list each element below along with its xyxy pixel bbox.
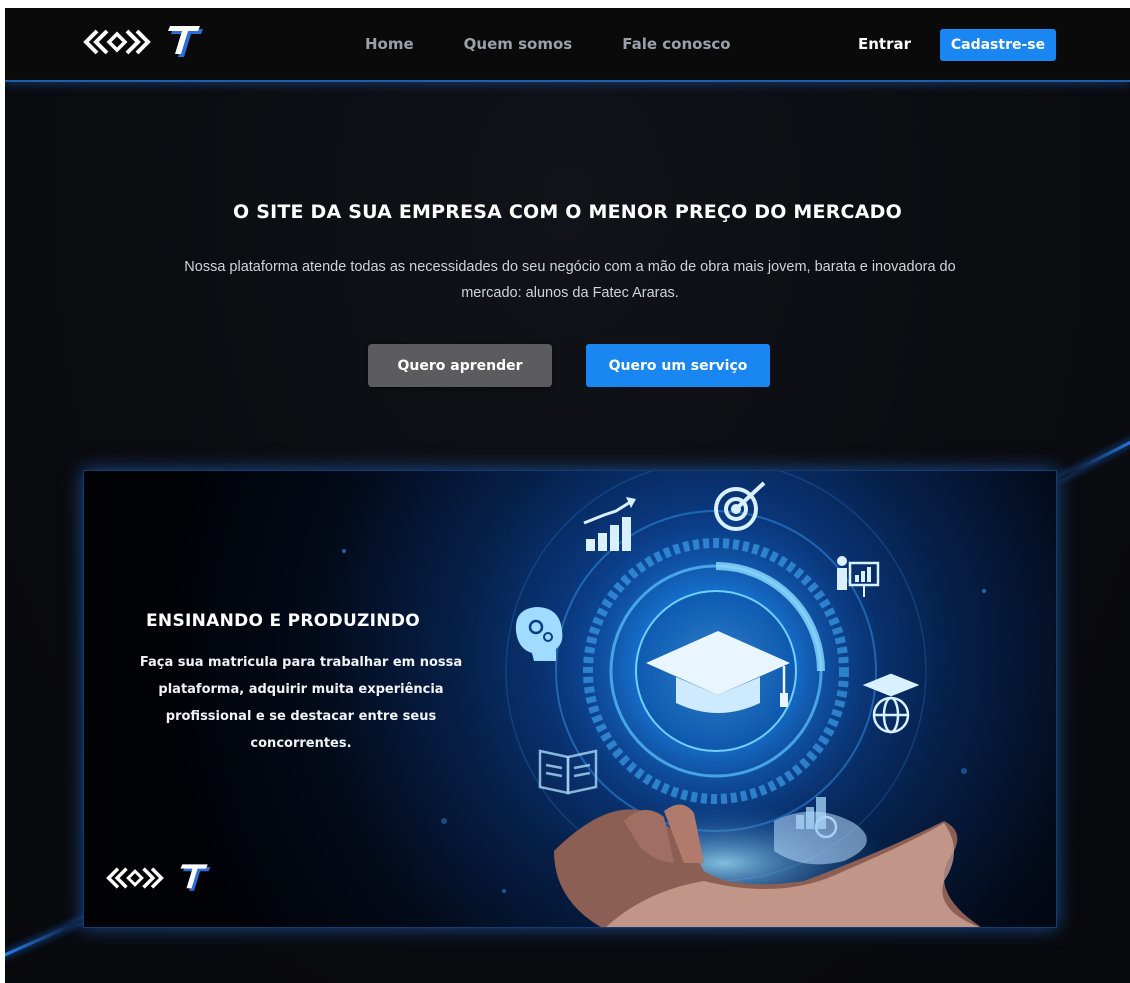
t-logo-icon [180, 864, 211, 891]
login-link[interactable]: Entrar [858, 35, 911, 53]
signup-button[interactable]: Cadastre-se [940, 29, 1056, 61]
brain-gears-icon [515, 607, 563, 661]
banner-text: Faça sua matricula para trabalhar em nos… [139, 655, 463, 751]
banner-logo [106, 861, 212, 895]
code-brackets-logo-icon [106, 867, 164, 889]
site-logo[interactable] [83, 22, 205, 62]
navbar: Home Quem somos Fale conosco Entrar Cada… [5, 8, 1130, 82]
banner-title: ENSINANDO E PRODUZINDO [146, 611, 420, 631]
t-logo-icon [168, 26, 203, 57]
learn-button[interactable]: Quero aprender [368, 344, 552, 387]
nav-fale-conosco[interactable]: Fale conosco [622, 35, 730, 53]
nav-home[interactable]: Home [365, 35, 414, 53]
feature-banner: ENSINANDO E PRODUZINDO Faça sua matricul… [83, 470, 1057, 928]
code-brackets-logo-icon [83, 29, 151, 55]
decorative-light-streak [5, 915, 91, 959]
main-nav: Home Quem somos Fale conosco [365, 35, 731, 53]
hero-title: O SITE DA SUA EMPRESA COM O MENOR PREÇO … [233, 201, 902, 223]
decorative-light-streak [1059, 436, 1130, 480]
nav-quem-somos[interactable]: Quem somos [464, 35, 573, 53]
growth-chart-icon [583, 497, 636, 551]
page-frame: Home Quem somos Fale conosco Entrar Cada… [5, 8, 1130, 983]
service-button[interactable]: Quero um serviço [586, 344, 770, 387]
hero-subtitle: Nossa plataforma atende todas as necessi… [184, 259, 956, 301]
